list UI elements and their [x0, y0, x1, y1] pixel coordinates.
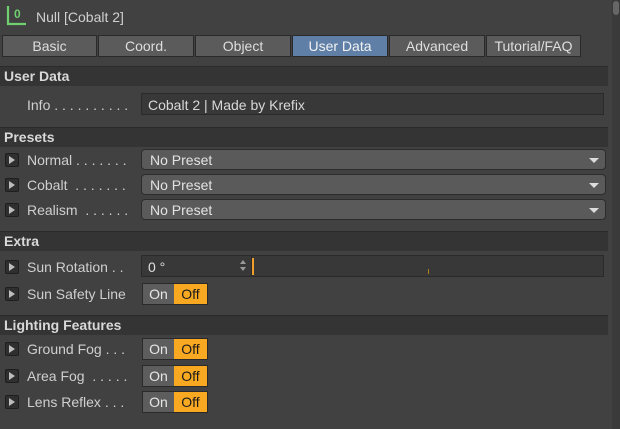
section-extra-header[interactable]: Extra — [0, 231, 608, 251]
keyframe-button-icon[interactable] — [5, 342, 19, 356]
sun-rotation-label: Sun Rotation . . — [27, 259, 124, 275]
area-fog-row: Area Fog . . . . . On Off — [0, 364, 608, 388]
slider-handle[interactable] — [252, 258, 254, 275]
dropdown-value: No Preset — [150, 152, 213, 168]
off-button[interactable]: Off — [174, 392, 207, 412]
sun-rotation-slider[interactable] — [252, 255, 604, 277]
sun-rotation-value: 0 ° — [148, 259, 166, 275]
null-object-icon: 0 — [6, 6, 26, 26]
sun-rotation-row: Sun Rotation . . 0 ° — [0, 255, 608, 279]
lens-reflex-toggle: On Off — [142, 391, 208, 413]
cobalt-preset-dropdown[interactable]: No Preset — [141, 174, 606, 195]
preset-row-realism: Realism . . . . . . No Preset — [0, 198, 608, 222]
section-presets-header[interactable]: Presets — [0, 127, 608, 147]
keyframe-button-icon[interactable] — [5, 395, 19, 409]
dropdown-value: No Preset — [150, 202, 213, 218]
sun-safety-row: Sun Safety Line On Off — [0, 282, 608, 306]
preset-row-cobalt: Cobalt . . . . . . . No Preset — [0, 173, 608, 197]
section-title: User Data — [4, 68, 70, 84]
section-title: Lighting Features — [4, 317, 122, 333]
tab-user-data[interactable]: User Data — [292, 35, 388, 57]
ground-fog-label: Ground Fog . . . — [27, 341, 126, 357]
slider-tick — [428, 269, 429, 274]
area-fog-label: Area Fog . . . . . — [27, 368, 128, 384]
area-fog-toggle: On Off — [142, 365, 208, 387]
dropdown-value: No Preset — [150, 177, 213, 193]
spinner-arrows-icon[interactable] — [240, 260, 246, 272]
preset-label: Normal . . . . . . . — [27, 152, 127, 168]
tab-tutorial-faq[interactable]: Tutorial/FAQ — [486, 35, 581, 57]
on-button[interactable]: On — [143, 284, 174, 304]
chevron-down-icon — [589, 208, 599, 213]
off-button[interactable]: Off — [174, 366, 207, 386]
preset-row-normal: Normal . . . . . . . No Preset — [0, 148, 608, 172]
object-title: Null [Cobalt 2] — [36, 9, 124, 25]
scrollbar-track[interactable] — [612, 0, 620, 429]
on-button[interactable]: On — [143, 366, 174, 386]
ground-fog-row: Ground Fog . . . On Off — [0, 337, 608, 361]
preset-label: Realism . . . . . . — [27, 202, 129, 218]
sun-rotation-input[interactable]: 0 ° — [141, 255, 252, 277]
chevron-down-icon — [589, 158, 599, 163]
on-button[interactable]: On — [143, 339, 174, 359]
tab-advanced[interactable]: Advanced — [389, 35, 485, 57]
tab-object[interactable]: Object — [195, 35, 291, 57]
info-label: Info . . . . . . . . . . — [27, 97, 129, 113]
svg-text:0: 0 — [14, 7, 21, 21]
tab-coord[interactable]: Coord. — [98, 35, 194, 57]
info-row: Info . . . . . . . . . . Cobalt 2 | Made… — [0, 93, 608, 117]
section-title: Extra — [4, 233, 40, 249]
attribute-tabs: Basic Coord. Object User Data Advanced T… — [2, 35, 582, 57]
keyframe-button-icon[interactable] — [5, 153, 19, 167]
off-button[interactable]: Off — [174, 339, 207, 359]
sun-safety-toggle: On Off — [142, 283, 208, 305]
off-button[interactable]: Off — [174, 284, 207, 304]
normal-preset-dropdown[interactable]: No Preset — [141, 149, 606, 170]
section-title: Presets — [4, 129, 55, 145]
sun-safety-label: Sun Safety Line — [27, 286, 126, 302]
chevron-down-icon — [589, 183, 599, 188]
ground-fog-toggle: On Off — [142, 338, 208, 360]
preset-label: Cobalt . . . . . . . — [27, 177, 126, 193]
keyframe-button-icon[interactable] — [5, 203, 19, 217]
keyframe-button-icon[interactable] — [5, 287, 19, 301]
scrollbar-thumb[interactable] — [613, 1, 619, 15]
section-user-data-header[interactable]: User Data — [0, 66, 608, 86]
realism-preset-dropdown[interactable]: No Preset — [141, 199, 606, 220]
title-bar: 0 Null [Cobalt 2] — [0, 0, 612, 34]
info-value: Cobalt 2 | Made by Krefix — [148, 97, 305, 113]
keyframe-button-icon[interactable] — [5, 369, 19, 383]
lens-reflex-row: Lens Reflex . . . On Off — [0, 390, 608, 414]
keyframe-button-icon[interactable] — [5, 178, 19, 192]
keyframe-button-icon[interactable] — [5, 260, 19, 274]
tab-basic[interactable]: Basic — [2, 35, 97, 57]
info-field[interactable]: Cobalt 2 | Made by Krefix — [141, 93, 604, 115]
on-button[interactable]: On — [143, 392, 174, 412]
section-lighting-header[interactable]: Lighting Features — [0, 315, 608, 335]
lens-reflex-label: Lens Reflex . . . — [27, 394, 125, 410]
